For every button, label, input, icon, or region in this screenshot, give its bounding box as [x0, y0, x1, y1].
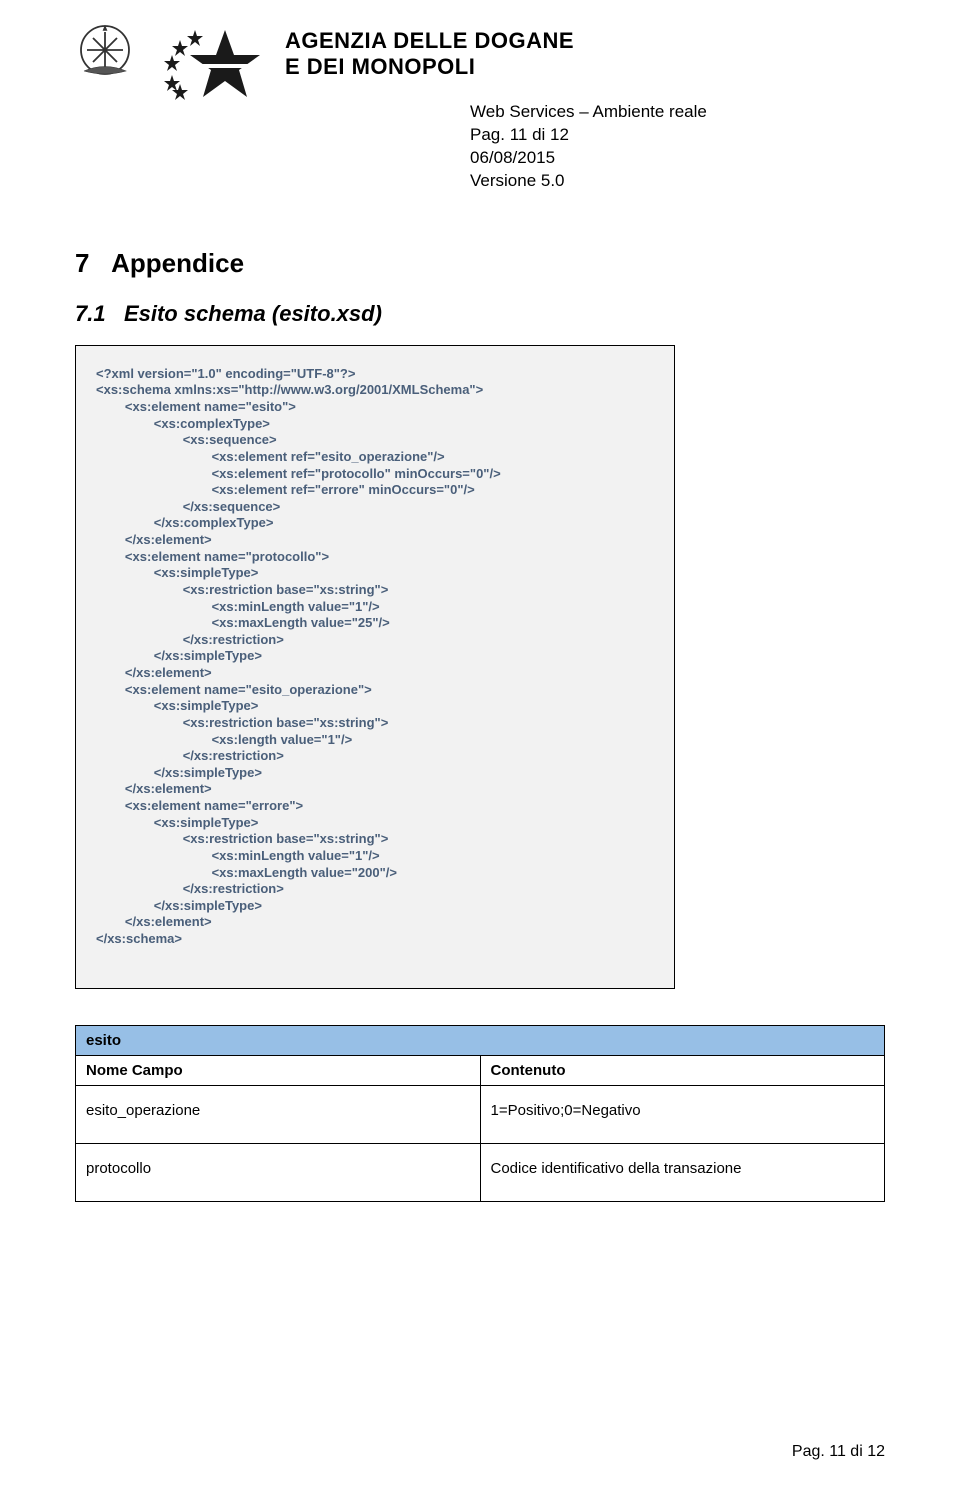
cell-left: protocollo — [76, 1143, 481, 1201]
italian-emblem-icon — [75, 20, 135, 85]
h2-text: Esito schema (esito.xsd) — [124, 301, 382, 326]
esito-table-wrap: esito Nome Campo Contenuto esito_operazi… — [75, 1025, 885, 1202]
table-head-right: Contenuto — [480, 1055, 885, 1085]
h1-num: 7 — [75, 248, 89, 278]
table-row: esito_operazione 1=Positivo;0=Negativo — [76, 1085, 885, 1143]
table-head-row: Nome Campo Contenuto — [76, 1055, 885, 1085]
esito-table: esito Nome Campo Contenuto esito_operazi… — [75, 1025, 885, 1202]
agency-line1: AGENZIA DELLE DOGANE — [285, 28, 885, 54]
meta-version: Versione 5.0 — [470, 170, 885, 193]
meta-page: Pag. 11 di 12 — [470, 124, 885, 147]
table-title: esito — [76, 1025, 885, 1055]
h2-num: 7.1 — [75, 301, 106, 326]
doc-header: AGENZIA DELLE DOGANE E DEI MONOPOLI — [75, 20, 885, 105]
meta-title: Web Services – Ambiente reale — [470, 101, 885, 124]
h1-text: Appendice — [111, 248, 244, 278]
page-footer: Pag. 11 di 12 — [792, 1443, 885, 1461]
doc-meta: Web Services – Ambiente reale Pag. 11 di… — [470, 101, 885, 193]
meta-date: 06/08/2015 — [470, 147, 885, 170]
cell-right: 1=Positivo;0=Negativo — [480, 1085, 885, 1143]
eu-stars-logo-icon — [150, 20, 270, 105]
cell-left: esito_operazione — [76, 1085, 481, 1143]
heading-appendice: 7 Appendice — [75, 248, 885, 279]
agency-line2: E DEI MONOPOLI — [285, 54, 885, 80]
cell-right: Codice identificativo della transazione — [480, 1143, 885, 1201]
table-head-left: Nome Campo — [76, 1055, 481, 1085]
table-row: protocollo Codice identificativo della t… — [76, 1143, 885, 1201]
table-title-row: esito — [76, 1025, 885, 1055]
heading-esito-schema: 7.1 Esito schema (esito.xsd) — [75, 301, 885, 327]
agency-name: AGENZIA DELLE DOGANE E DEI MONOPOLI — [285, 28, 885, 80]
xsd-code-block: <?xml version="1.0" encoding="UTF-8"?> <… — [75, 345, 675, 989]
